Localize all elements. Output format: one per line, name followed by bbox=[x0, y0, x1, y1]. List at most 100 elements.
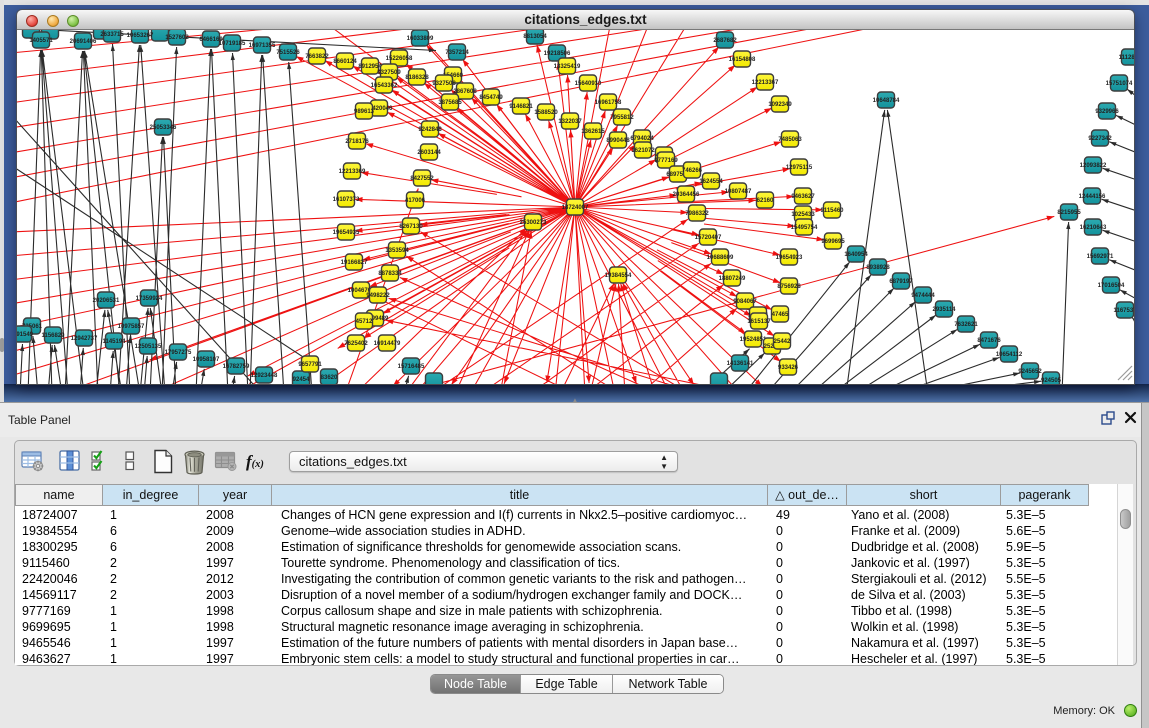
svg-text:7515526: 7515526 bbox=[276, 50, 300, 56]
svg-text:1640954: 1640954 bbox=[844, 252, 868, 258]
svg-text:20364456: 20364456 bbox=[673, 192, 700, 198]
svg-text:8215955: 8215955 bbox=[1057, 210, 1081, 216]
svg-text:7357214: 7357214 bbox=[445, 50, 469, 56]
svg-text:45712: 45712 bbox=[356, 319, 373, 325]
svg-text:3875685: 3875685 bbox=[438, 100, 462, 106]
svg-text:2718176: 2718176 bbox=[345, 139, 369, 145]
svg-text:10688609: 10688609 bbox=[707, 255, 734, 261]
svg-text:83620: 83620 bbox=[321, 375, 338, 381]
svg-text:17016504: 17016504 bbox=[1098, 283, 1125, 289]
svg-text:14136141: 14136141 bbox=[727, 361, 754, 367]
svg-text:12444156: 12444156 bbox=[1079, 194, 1106, 200]
svg-text:8471676: 8471676 bbox=[977, 338, 1001, 344]
svg-text:1624554: 1624554 bbox=[699, 179, 723, 185]
svg-text:8938928: 8938928 bbox=[866, 265, 890, 271]
svg-text:1527602: 1527602 bbox=[165, 35, 189, 41]
svg-text:25442: 25442 bbox=[774, 339, 791, 345]
svg-text:12942737: 12942737 bbox=[71, 336, 98, 342]
svg-text:16782759: 16782759 bbox=[223, 364, 250, 370]
svg-text:9463627: 9463627 bbox=[791, 194, 815, 200]
svg-text:12093822: 12093822 bbox=[1080, 163, 1107, 169]
svg-text:1615137: 1615137 bbox=[747, 319, 771, 325]
svg-text:8813054: 8813054 bbox=[523, 34, 547, 40]
svg-text:8454749: 8454749 bbox=[479, 95, 503, 101]
svg-text:12505135: 12505135 bbox=[135, 344, 162, 350]
svg-text:8990448: 8990448 bbox=[606, 138, 630, 144]
svg-text:8660124: 8660124 bbox=[333, 59, 357, 65]
svg-text:2633715: 2633715 bbox=[100, 32, 124, 38]
svg-text:746266: 746266 bbox=[682, 168, 703, 174]
svg-text:9777169: 9777169 bbox=[654, 158, 678, 164]
svg-text:9329966: 9329966 bbox=[1095, 109, 1119, 115]
svg-text:8756928: 8756928 bbox=[777, 284, 801, 290]
svg-text:9498222: 9498222 bbox=[366, 293, 390, 299]
svg-text:1112840: 1112840 bbox=[1119, 55, 1134, 61]
svg-text:12213367: 12213367 bbox=[752, 80, 779, 86]
svg-text:16961758: 16961758 bbox=[595, 100, 622, 106]
svg-text:16033809: 16033809 bbox=[407, 36, 434, 42]
svg-text:19218506: 19218506 bbox=[544, 51, 571, 57]
svg-text:12213369: 12213369 bbox=[339, 169, 366, 175]
svg-text:19654923: 19654923 bbox=[776, 255, 803, 261]
svg-text:1145194: 1145194 bbox=[102, 339, 126, 345]
svg-text:15226058: 15226058 bbox=[386, 56, 413, 62]
svg-text:15720407: 15720407 bbox=[695, 235, 722, 241]
svg-text:9146821: 9146821 bbox=[509, 104, 533, 110]
svg-text:16154808: 16154808 bbox=[729, 57, 756, 63]
svg-text:417006: 417006 bbox=[405, 198, 426, 204]
svg-text:16971355: 16971355 bbox=[249, 43, 276, 49]
svg-text:1362615: 1362615 bbox=[581, 129, 605, 135]
svg-text:15495754: 15495754 bbox=[791, 225, 818, 231]
svg-text:7485063: 7485063 bbox=[778, 137, 802, 143]
svg-text:924505: 924505 bbox=[1041, 378, 1062, 384]
svg-text:7955812: 7955812 bbox=[610, 115, 634, 121]
svg-text:9474444: 9474444 bbox=[911, 293, 935, 299]
svg-text:20691406: 20691406 bbox=[70, 39, 97, 45]
svg-text:2687682: 2687682 bbox=[713, 38, 737, 44]
svg-text:6879197: 6879197 bbox=[889, 279, 913, 285]
svg-text:8186328: 8186328 bbox=[405, 75, 429, 81]
svg-text:62160: 62160 bbox=[757, 198, 774, 204]
svg-text:15692971: 15692971 bbox=[1087, 254, 1114, 260]
svg-text:12975115: 12975115 bbox=[786, 165, 813, 171]
svg-text:8878334: 8878334 bbox=[378, 271, 402, 277]
svg-text:1405571: 1405571 bbox=[29, 38, 53, 44]
svg-text:10958107: 10958107 bbox=[193, 357, 220, 363]
svg-text:1167537: 1167537 bbox=[1113, 308, 1134, 314]
svg-text:10975857: 10975857 bbox=[118, 324, 145, 330]
svg-text:16543362: 16543362 bbox=[371, 83, 398, 89]
svg-text:9227342: 9227342 bbox=[1088, 136, 1112, 142]
svg-text:7632621: 7632621 bbox=[954, 322, 978, 328]
svg-text:16914479: 16914479 bbox=[374, 341, 401, 347]
svg-text:7625402: 7625402 bbox=[344, 341, 368, 347]
svg-text:10653267: 10653267 bbox=[127, 33, 154, 39]
svg-text:9327508: 9327508 bbox=[432, 81, 456, 87]
svg-text:1588520: 1588520 bbox=[534, 110, 558, 116]
svg-text:9245652: 9245652 bbox=[1018, 369, 1042, 375]
svg-text:19654935: 19654935 bbox=[333, 230, 360, 236]
svg-text:9242848: 9242848 bbox=[418, 127, 442, 133]
svg-text:18724007: 18724007 bbox=[562, 205, 589, 211]
svg-text:7663822: 7663822 bbox=[305, 54, 329, 60]
svg-text:989613: 989613 bbox=[354, 109, 375, 115]
svg-text:10807487: 10807487 bbox=[725, 189, 752, 195]
svg-text:1156829: 1156829 bbox=[41, 333, 65, 339]
svg-text:25053346: 25053346 bbox=[150, 125, 177, 131]
svg-text:1322037: 1322037 bbox=[558, 119, 582, 125]
svg-text:16210643: 16210643 bbox=[1080, 225, 1107, 231]
svg-text:19384554: 19384554 bbox=[605, 273, 632, 279]
svg-text:15640910: 15640910 bbox=[575, 81, 602, 87]
svg-text:1621072: 1621072 bbox=[631, 148, 655, 154]
svg-text:9657791: 9657791 bbox=[298, 362, 322, 368]
svg-text:9327509: 9327509 bbox=[377, 70, 401, 76]
svg-text:47465: 47465 bbox=[772, 312, 789, 318]
svg-text:13325419: 13325419 bbox=[554, 64, 581, 70]
svg-text:17957275: 17957275 bbox=[165, 350, 192, 356]
svg-text:19166827: 19166827 bbox=[341, 260, 368, 266]
svg-text:10719185: 10719185 bbox=[219, 41, 246, 47]
svg-text:10648784: 10648784 bbox=[873, 98, 900, 104]
svg-text:15716485: 15716485 bbox=[398, 364, 425, 370]
svg-text:12923448: 12923448 bbox=[251, 373, 278, 379]
svg-text:1353594: 1353594 bbox=[385, 248, 409, 254]
svg-text:9115460: 9115460 bbox=[820, 208, 844, 214]
